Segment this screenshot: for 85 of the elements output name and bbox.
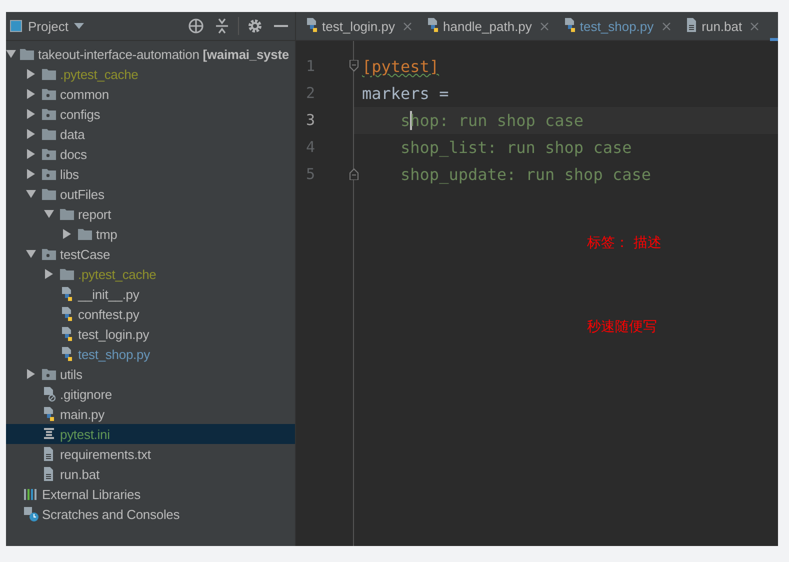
expand-arrow-icon[interactable] [26, 89, 36, 99]
close-icon[interactable] [662, 22, 671, 30]
file-name: test_login.py [78, 326, 150, 342]
expand-arrow-icon[interactable] [26, 129, 36, 139]
line-number: 5 [305, 164, 316, 185]
python-file-icon [59, 306, 75, 322]
line-number: 2 [305, 83, 316, 104]
file-name: Scratches and Consoles [42, 506, 180, 522]
file-name: common [60, 86, 109, 102]
file-name: outFiles [60, 186, 104, 202]
code-line: markers = [362, 84, 449, 103]
file-name: External Libraries [42, 486, 140, 502]
line-number: 4 [305, 137, 316, 158]
collapse-arrow-icon[interactable] [26, 189, 36, 199]
file-name: report [78, 206, 112, 222]
code-line: shop_update: run shop case [400, 165, 651, 184]
python-file-icon [59, 346, 75, 362]
file-name: test_shop.py [78, 346, 150, 362]
file-name: takeout-interface-automation [waimai_syste [38, 46, 289, 62]
ignore-file-icon [41, 386, 57, 402]
project-view-dropdown[interactable]: Project [28, 18, 84, 34]
expand-arrow-icon[interactable] [62, 229, 72, 239]
file-name: run.bat [60, 466, 100, 482]
file-name: .pytest_cache [60, 66, 138, 82]
file-name: tmp [96, 226, 118, 242]
file-name: testCase [60, 246, 110, 262]
settings-file-icon [41, 426, 57, 442]
folder-icon [77, 227, 93, 241]
editor-tab[interactable]: run.bat [676, 12, 764, 40]
close-icon[interactable] [540, 22, 549, 30]
editor-tab[interactable]: test_login.py [296, 12, 417, 40]
project-view-icon [10, 20, 22, 32]
expand-arrow-icon[interactable] [44, 269, 54, 279]
folder-icon [41, 187, 57, 201]
selected-tree-row[interactable]: pytest.ini [6, 424, 295, 444]
package-folder-icon [41, 107, 57, 121]
expand-arrow-icon[interactable] [26, 169, 36, 179]
package-folder-icon [41, 147, 57, 161]
editor-tab[interactable]: test_shop.py [554, 12, 676, 40]
folder-icon [41, 127, 57, 141]
dropdown-caret-icon [74, 23, 84, 29]
line-number: 1 [305, 56, 316, 77]
code-line: [pytest] [362, 57, 440, 76]
libraries-icon [23, 487, 39, 501]
close-icon[interactable] [403, 22, 412, 30]
file-name: docs [60, 146, 87, 162]
collapse-arrow-icon[interactable] [6, 49, 16, 59]
file-name: libs [60, 166, 79, 182]
python-file-icon [59, 326, 75, 342]
code-line: shop_list: run shop case [400, 138, 632, 157]
expand-arrow-icon[interactable] [26, 109, 36, 119]
collapse-arrow-icon[interactable] [44, 209, 54, 219]
file-name: pytest.ini [60, 426, 110, 442]
package-folder-icon [41, 167, 57, 181]
package-folder-icon [41, 87, 57, 101]
expand-arrow-icon[interactable] [26, 369, 36, 379]
python-file-icon [59, 286, 75, 302]
package-folder-icon [41, 367, 57, 381]
fold-icon[interactable] [349, 168, 359, 180]
folder-icon [59, 207, 75, 221]
file-name: .gitignore [60, 386, 112, 402]
fold-icon[interactable] [349, 60, 359, 72]
file-name: conftest.py [78, 306, 140, 322]
editor-tab[interactable]: handle_path.py [417, 12, 554, 40]
file-name: requirements.txt [60, 446, 151, 462]
file-name: data [60, 126, 85, 142]
file-name: .pytest_cache [78, 266, 156, 282]
locate-icon[interactable] [186, 16, 206, 36]
line-number: 3 [305, 110, 316, 131]
package-folder-icon [41, 247, 57, 261]
annotation-text: 标签： 描述 [587, 234, 662, 252]
file-name: utils [60, 366, 82, 382]
scratches-icon [23, 506, 39, 522]
file-name: configs [60, 106, 100, 122]
python-file-icon [41, 406, 57, 422]
folder-icon [19, 47, 35, 61]
annotation-text: 秒速随便写 [587, 318, 657, 336]
expand-arrow-icon[interactable] [26, 149, 36, 159]
expand-arrow-icon[interactable] [26, 69, 36, 79]
close-icon[interactable] [750, 22, 760, 30]
file-name: __init__.py [78, 286, 140, 302]
file-name: main.py [60, 406, 104, 422]
folder-icon [41, 67, 57, 81]
collapse-arrow-icon[interactable] [26, 249, 36, 259]
folder-icon [59, 267, 75, 281]
